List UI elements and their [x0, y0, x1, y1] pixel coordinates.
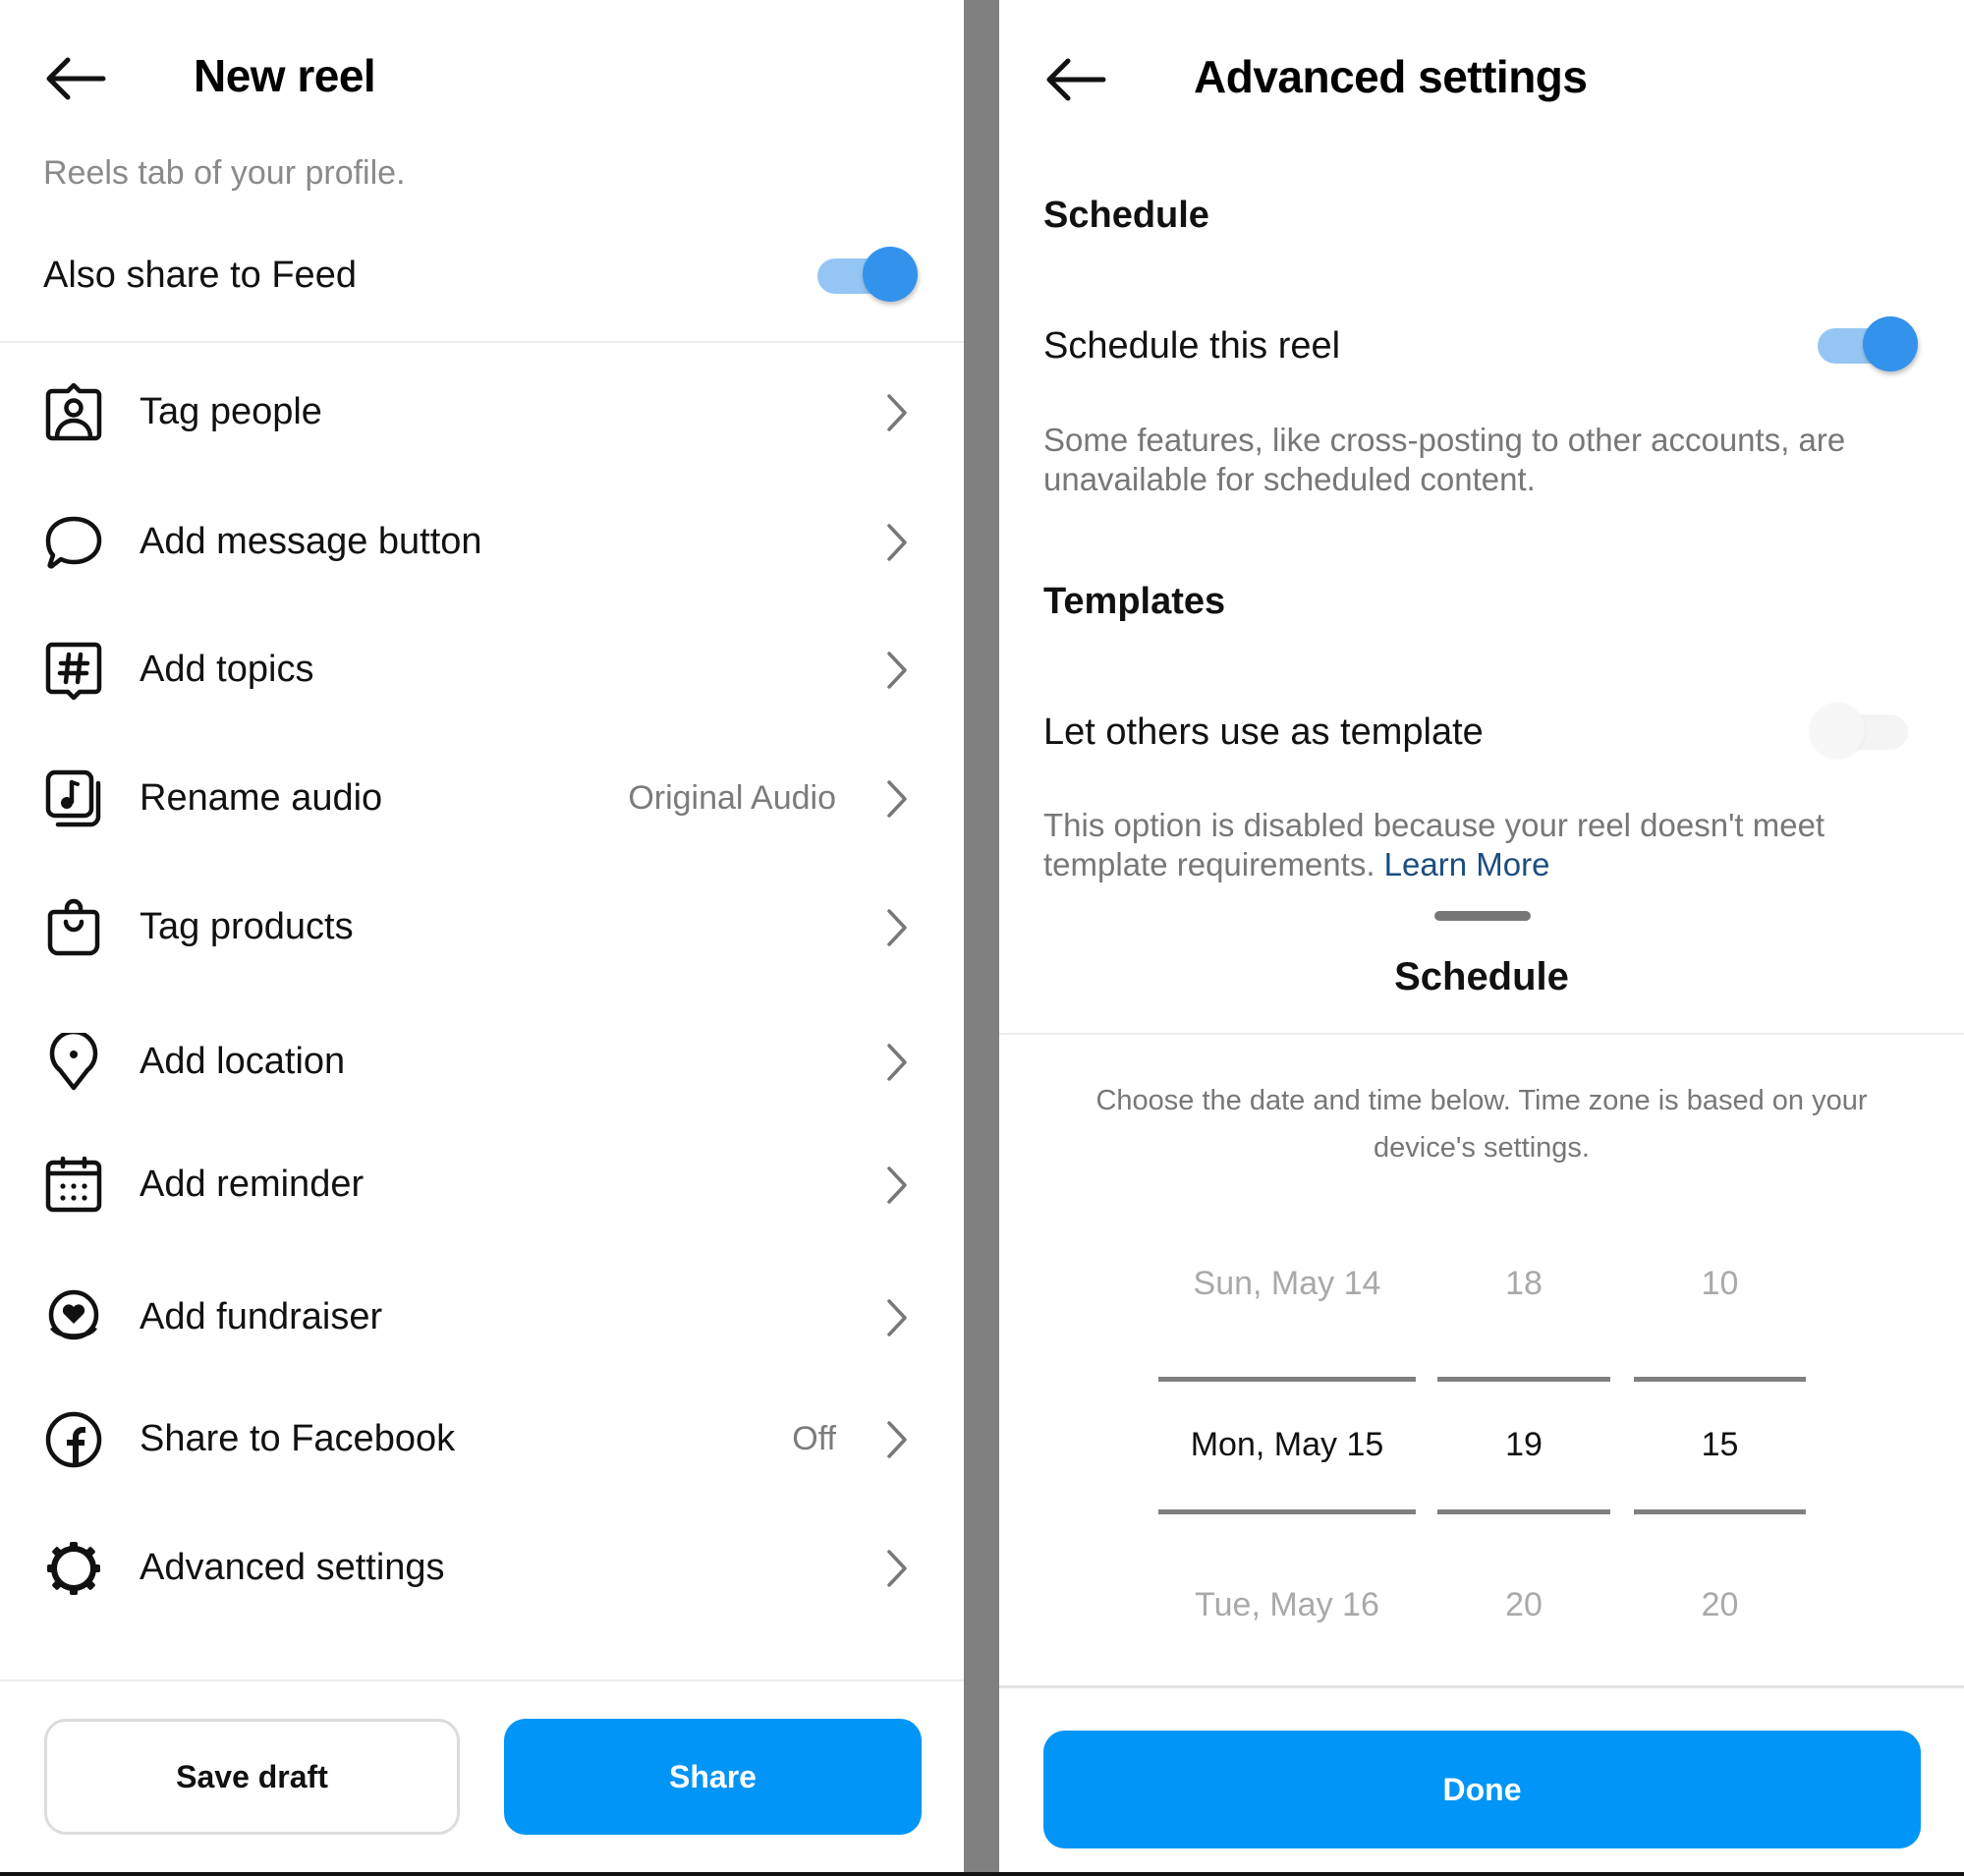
picker-selection-line-bottom	[1437, 1509, 1610, 1514]
back-arrow-icon[interactable]	[44, 55, 107, 102]
schedule-heading: Schedule	[1043, 195, 1209, 236]
advanced-settings-screen: Advanced settings Schedule Schedule this…	[999, 0, 1964, 1876]
fundraiser-heart-icon	[48, 1289, 99, 1340]
option-add-location[interactable]: Add location	[0, 1003, 964, 1121]
picker-selection-line-top	[1437, 1377, 1610, 1382]
picker-selection-line-top	[1158, 1377, 1416, 1382]
facebook-icon	[45, 1411, 102, 1468]
hour-picker-column[interactable]: 18 19 20	[1437, 1238, 1610, 1641]
template-description: This option is disabled because your ree…	[1043, 806, 1918, 884]
tag-people-icon	[45, 383, 102, 441]
section-divider	[0, 341, 964, 343]
schedule-reel-label: Schedule this reel	[1043, 325, 1341, 367]
footer-divider	[0, 1679, 964, 1681]
picker-selection-line-top	[1634, 1377, 1806, 1382]
chevron-right-icon	[887, 909, 907, 946]
learn-more-link[interactable]: Learn More	[1384, 846, 1550, 882]
option-add-message-button[interactable]: Add message button	[0, 483, 964, 601]
option-label: Advanced settings	[140, 1547, 445, 1588]
template-toggle[interactable]	[1810, 701, 1910, 760]
chevron-right-icon	[887, 1421, 907, 1458]
share-button[interactable]: Share	[504, 1719, 922, 1835]
minute-selected[interactable]: 15	[1634, 1426, 1806, 1464]
sheet-header-divider	[999, 1033, 1964, 1035]
screenshot-bottom-edge	[0, 1872, 1964, 1876]
chevron-right-icon	[887, 780, 907, 818]
chevron-right-icon	[887, 652, 907, 689]
option-label: Share to Facebook	[140, 1418, 456, 1459]
chevron-right-icon	[887, 1166, 907, 1204]
calendar-icon	[45, 1156, 102, 1213]
toggle-knob	[1810, 703, 1865, 758]
chevron-right-icon	[887, 394, 907, 431]
chevron-right-icon	[887, 524, 907, 561]
done-button[interactable]: Done	[1043, 1731, 1921, 1848]
option-value: Original Audio	[628, 779, 836, 817]
chevron-right-icon	[887, 1550, 907, 1587]
date-selected[interactable]: Mon, May 15	[1158, 1426, 1416, 1464]
option-add-fundraiser[interactable]: Add fundraiser	[0, 1259, 964, 1377]
sheet-drag-handle[interactable]	[1434, 911, 1531, 921]
sheet-footer-divider	[999, 1685, 1964, 1688]
option-tag-products[interactable]: Tag products	[0, 869, 964, 987]
share-to-feed-label: Also share to Feed	[43, 255, 357, 296]
option-label: Add message button	[140, 521, 482, 562]
shopping-bag-icon	[47, 898, 100, 956]
new-reel-screen: New reel Reels tab of your profile. Also…	[0, 0, 964, 1876]
hour-next[interactable]: 20	[1437, 1586, 1610, 1624]
hour-selected[interactable]: 19	[1437, 1426, 1610, 1464]
option-add-topics[interactable]: Add topics	[0, 611, 964, 729]
share-to-feed-toggle[interactable]	[817, 245, 918, 304]
music-note-icon	[45, 769, 101, 827]
toggle-knob	[1863, 316, 1918, 371]
template-label: Let others use as template	[1043, 711, 1484, 753]
minute-prev[interactable]: 10	[1634, 1265, 1806, 1303]
hashtag-icon	[45, 642, 102, 700]
option-share-to-facebook[interactable]: Share to Facebook Off	[0, 1381, 964, 1499]
option-value: Off	[792, 1420, 836, 1457]
schedule-reel-toggle[interactable]	[1818, 314, 1918, 373]
schedule-description: Some features, like cross-posting to oth…	[1043, 422, 1846, 497]
chevron-right-icon	[887, 1299, 907, 1336]
option-tag-people[interactable]: Tag people	[0, 354, 964, 472]
option-label: Add topics	[140, 649, 314, 690]
picker-selection-line-bottom	[1634, 1509, 1806, 1514]
page-title: Advanced settings	[1194, 51, 1588, 102]
caption-fragment: Reels tab of your profile.	[43, 154, 406, 192]
picker-selection-line-bottom	[1158, 1509, 1416, 1514]
option-label: Add fundraiser	[140, 1296, 383, 1337]
save-draft-button[interactable]: Save draft	[44, 1719, 460, 1835]
minute-next[interactable]: 20	[1634, 1586, 1806, 1624]
back-arrow-icon[interactable]	[1044, 56, 1107, 103]
message-bubble-icon	[45, 516, 102, 569]
hour-prev[interactable]: 18	[1437, 1265, 1610, 1303]
option-label: Add reminder	[140, 1164, 365, 1205]
chevron-right-icon	[887, 1044, 907, 1081]
page-title: New reel	[194, 50, 376, 101]
option-rename-audio[interactable]: Rename audio Original Audio	[0, 740, 964, 858]
minute-picker-column[interactable]: 10 15 20	[1634, 1238, 1806, 1641]
option-label: Tag products	[140, 906, 354, 947]
date-prev[interactable]: Sun, May 14	[1158, 1265, 1416, 1303]
option-advanced-settings[interactable]: Advanced settings	[0, 1509, 964, 1627]
gear-icon	[47, 1542, 100, 1595]
templates-heading: Templates	[1043, 581, 1226, 622]
toggle-knob	[863, 247, 918, 302]
sheet-description: Choose the date and time below. Time zon…	[1095, 1085, 1868, 1164]
screenshot-divider	[964, 0, 999, 1876]
date-picker-column[interactable]: Sun, May 14 Mon, May 15 Tue, May 16	[1158, 1238, 1416, 1641]
option-label: Tag people	[140, 391, 322, 432]
sheet-title: Schedule	[1394, 955, 1569, 998]
date-next[interactable]: Tue, May 16	[1158, 1586, 1416, 1624]
option-label: Add location	[140, 1041, 346, 1082]
location-pin-icon	[49, 1033, 98, 1091]
option-label: Rename audio	[140, 777, 383, 819]
option-add-reminder[interactable]: Add reminder	[0, 1126, 964, 1244]
